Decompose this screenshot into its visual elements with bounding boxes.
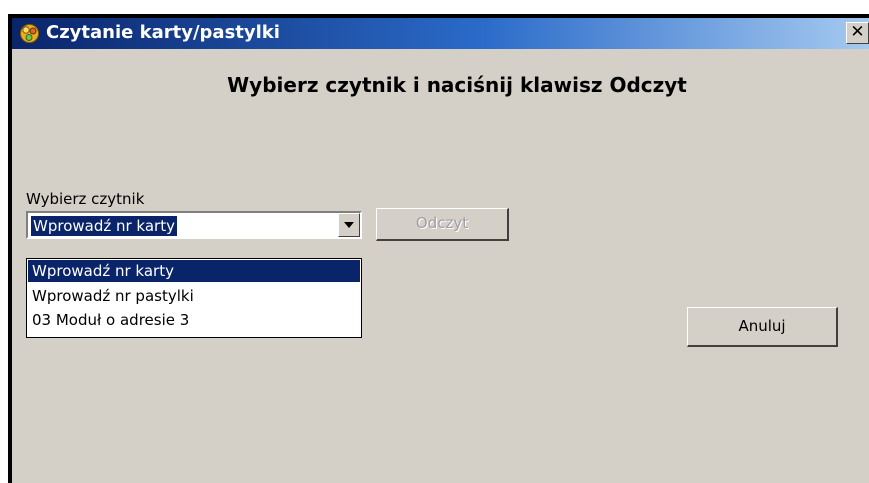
dropdown-option[interactable]: Wprowadź nr karty bbox=[28, 260, 360, 282]
cancel-button-label: Anuluj bbox=[738, 317, 786, 335]
instruction-heading: Wybierz czytnik i naciśnij klawisz Odczy… bbox=[227, 73, 687, 97]
dropdown-option[interactable]: Wprowadź nr pastylki bbox=[28, 285, 360, 307]
reader-dropdown-list[interactable]: Wprowadź nr karty Wprowadź nr pastylki 0… bbox=[26, 258, 362, 338]
title-bar[interactable]: Czytanie karty/pastylki ✕ bbox=[12, 18, 869, 49]
chevron-down-icon bbox=[344, 222, 354, 228]
close-button[interactable]: ✕ bbox=[846, 22, 869, 44]
dialog-body: Wybierz czytnik i naciśnij klawisz Odczy… bbox=[12, 49, 869, 483]
reader-label: Wybierz czytnik bbox=[26, 190, 145, 208]
reader-select-value: Wprowadź nr karty bbox=[31, 216, 177, 236]
cancel-button[interactable]: Anuluj bbox=[687, 307, 838, 347]
dropdown-arrow-button[interactable] bbox=[338, 213, 360, 237]
keys-app-icon bbox=[18, 22, 41, 45]
read-button[interactable]: Odczyt bbox=[376, 208, 509, 241]
reader-select[interactable]: Wprowadź nr karty bbox=[26, 211, 362, 239]
read-button-label: Odczyt bbox=[415, 214, 469, 232]
dropdown-option[interactable]: 03 Moduł o adresie 3 bbox=[28, 309, 360, 331]
close-icon: ✕ bbox=[850, 22, 865, 42]
window-title: Czytanie karty/pastylki bbox=[46, 22, 280, 43]
